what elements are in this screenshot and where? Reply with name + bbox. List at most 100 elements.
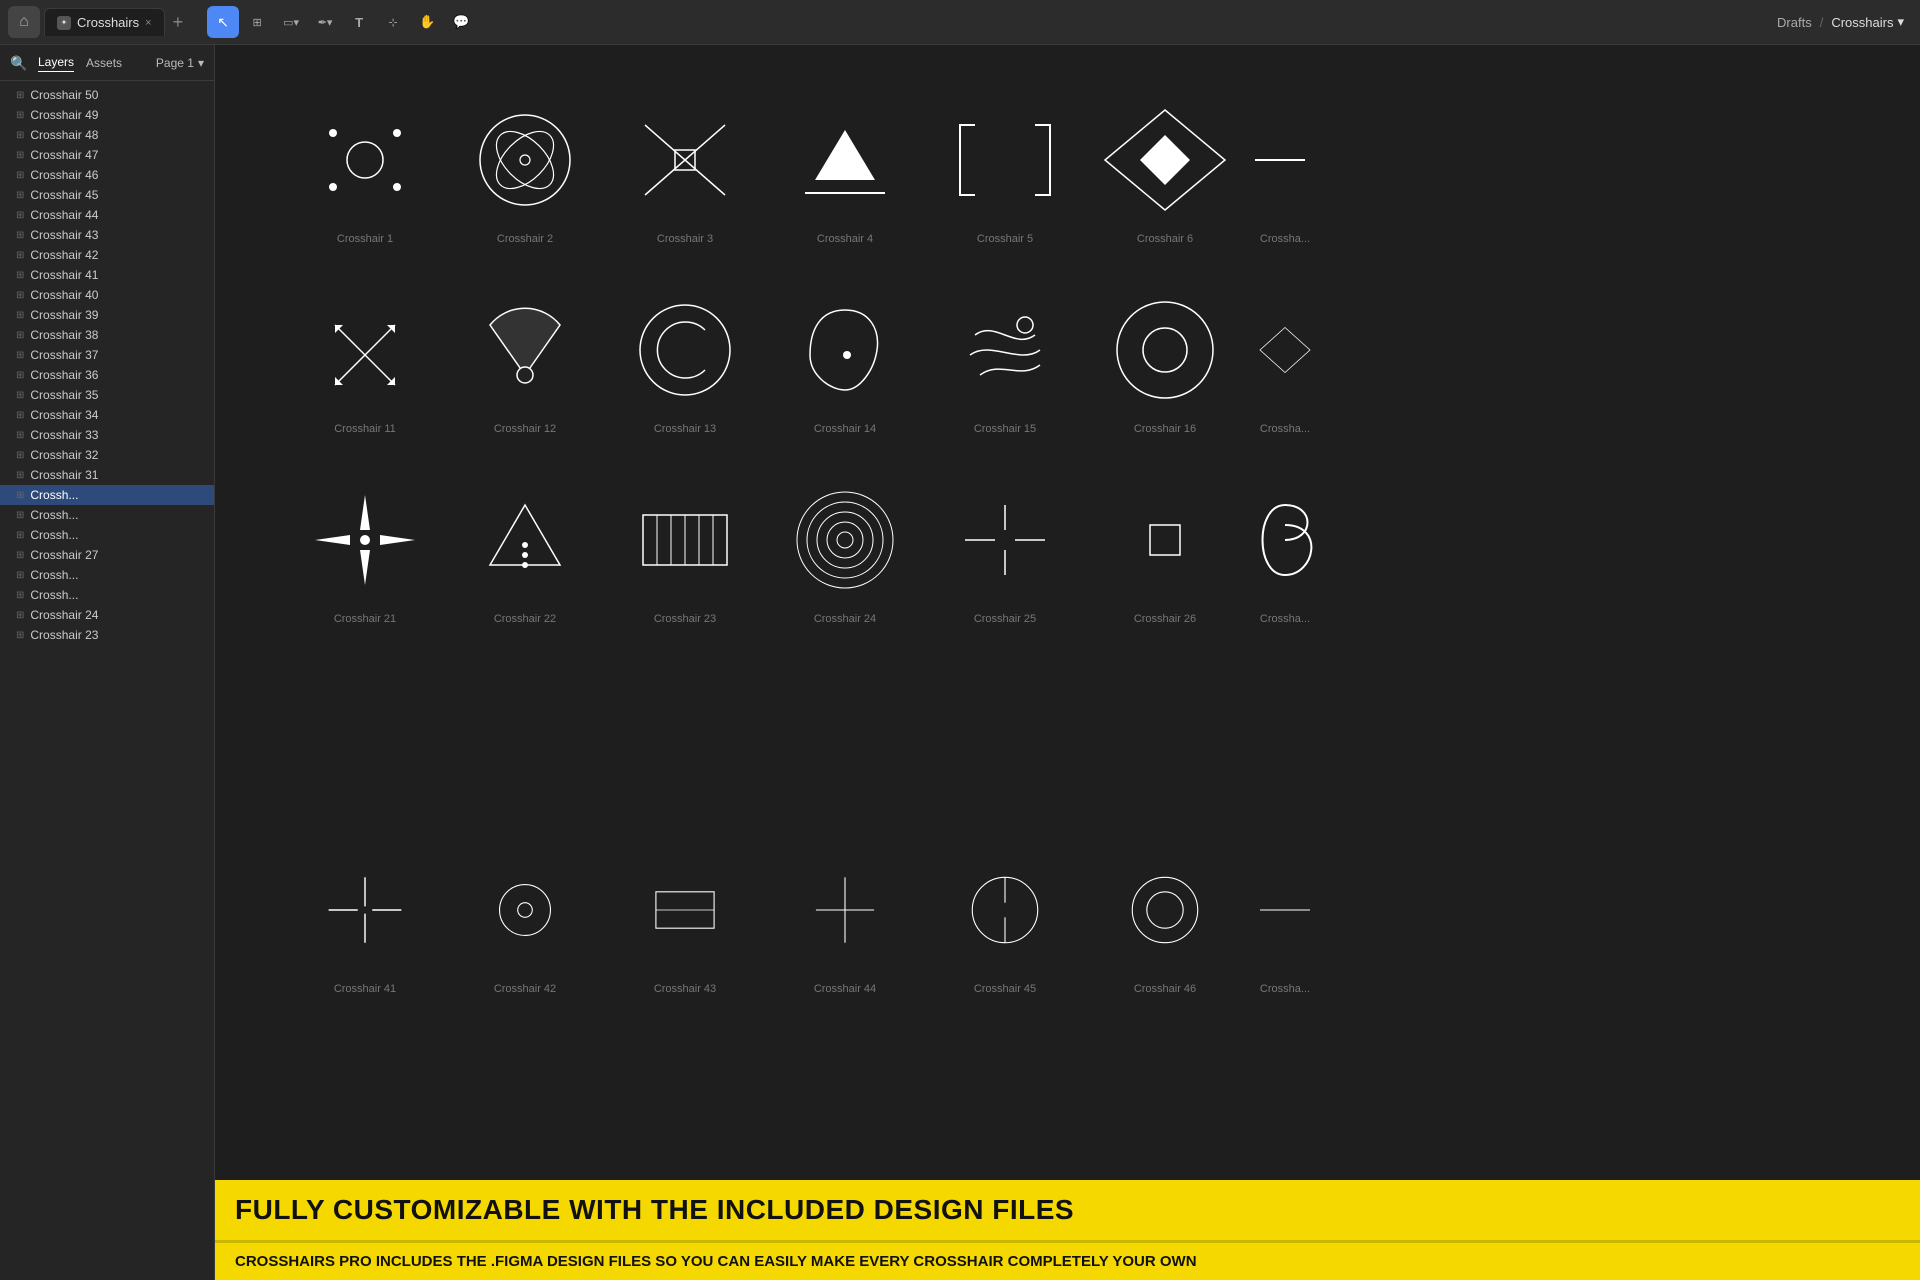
layer-grid-icon: ⊞: [16, 310, 24, 321]
layer-label: Crosshair 48: [30, 128, 98, 142]
list-item[interactable]: ⊞ Crosshair 24: [0, 605, 214, 625]
list-item[interactable]: ⊞ Crosshair 38: [0, 325, 214, 345]
crosshair-cell-17[interactable]: Crossha...: [1255, 285, 1315, 435]
list-item[interactable]: ⊞ Crosshair 49: [0, 105, 214, 125]
crosshair-cell-24[interactable]: Crosshair 24: [775, 475, 915, 625]
crosshair-cell-41[interactable]: Crosshair 41: [295, 845, 435, 995]
list-item[interactable]: ⊞ Crosshair 23: [0, 625, 214, 645]
layer-grid-icon: ⊞: [16, 590, 24, 601]
list-item[interactable]: ⊞ Crosshair 41: [0, 265, 214, 285]
crosshair-cell-25[interactable]: Crosshair 25: [935, 475, 1075, 625]
crosshair-icon-44: [775, 845, 915, 975]
crosshair-cell-6[interactable]: Crosshair 6: [1095, 95, 1235, 245]
list-item[interactable]: ⊞ Crosshair 42: [0, 245, 214, 265]
crosshair-row-4: Crosshair 41 Crosshair 42: [295, 845, 1315, 995]
crosshair-cell-27[interactable]: Crossha...: [1255, 475, 1315, 625]
crosshair-icon-24: [775, 475, 915, 605]
list-item[interactable]: ⊞ Crosshair 32: [0, 445, 214, 465]
list-item[interactable]: ⊞ Crosshair 35: [0, 385, 214, 405]
crosshair-cell-3[interactable]: Crosshair 3: [615, 95, 755, 245]
tab-close-button[interactable]: ×: [145, 17, 151, 29]
crosshair-cell-44[interactable]: Crosshair 44: [775, 845, 915, 995]
list-item[interactable]: ⊞ Crossh...: [0, 525, 214, 545]
crosshair-icon-21: [295, 475, 435, 605]
list-item[interactable]: ⊞ Crosshair 45: [0, 185, 214, 205]
canvas[interactable]: Crosshair 1 Crosshair 2: [215, 45, 1920, 1280]
crosshair-icon-43: [615, 845, 755, 975]
layer-label: Crosshair 44: [30, 208, 98, 222]
list-item[interactable]: ⊞ Crosshair 36: [0, 365, 214, 385]
crosshair-cell-42[interactable]: Crosshair 42: [455, 845, 595, 995]
sidebar-tab-assets[interactable]: Assets: [86, 54, 122, 72]
list-item[interactable]: ⊞ Crossh...: [0, 485, 214, 505]
crosshair-cell-14[interactable]: Crosshair 14: [775, 285, 915, 435]
layer-label: Crosshair 45: [30, 188, 98, 202]
crosshair-cell-21[interactable]: Crosshair 21: [295, 475, 435, 625]
crosshair-label-26: Crosshair 26: [1134, 613, 1196, 625]
crosshair-cell-15[interactable]: Crosshair 15: [935, 285, 1075, 435]
crosshair-label-27: Crossha...: [1260, 613, 1310, 625]
crosshair-label-16: Crosshair 16: [1134, 423, 1196, 435]
layer-label: Crossh...: [30, 508, 78, 522]
sidebar-search-icon[interactable]: 🔍: [10, 55, 26, 71]
crosshair-cell-43[interactable]: Crosshair 43: [615, 845, 755, 995]
breadcrumb-parent[interactable]: Drafts: [1777, 15, 1812, 30]
list-item[interactable]: ⊞ Crossh...: [0, 585, 214, 605]
list-item[interactable]: ⊞ Crosshair 37: [0, 345, 214, 365]
layer-grid-icon: ⊞: [16, 510, 24, 521]
layer-label: Crosshair 43: [30, 228, 98, 242]
shape-tool[interactable]: ▭▾: [275, 6, 307, 38]
sidebar-tab-layers[interactable]: Layers: [38, 53, 74, 72]
list-item[interactable]: ⊞ Crosshair 50: [0, 85, 214, 105]
layer-grid-icon: ⊞: [16, 610, 24, 621]
crosshair-label-1: Crosshair 1: [337, 233, 393, 245]
list-item[interactable]: ⊞ Crosshair 46: [0, 165, 214, 185]
list-item[interactable]: ⊞ Crosshair 40: [0, 285, 214, 305]
list-item[interactable]: ⊞ Crosshair 43: [0, 225, 214, 245]
list-item[interactable]: ⊞ Crosshair 33: [0, 425, 214, 445]
crosshair-cell-46[interactable]: Crosshair 46: [1095, 845, 1235, 995]
pen-tool[interactable]: ✒▾: [309, 6, 341, 38]
list-item[interactable]: ⊞ Crosshair 39: [0, 305, 214, 325]
new-tab-button[interactable]: +: [173, 12, 184, 33]
list-item[interactable]: ⊞ Crosshair 44: [0, 205, 214, 225]
list-item[interactable]: ⊞ Crossh...: [0, 565, 214, 585]
crosshair-cell-7[interactable]: Crossha...: [1255, 95, 1315, 245]
list-item[interactable]: ⊞ Crosshair 27: [0, 545, 214, 565]
list-item[interactable]: ⊞ Crosshair 48: [0, 125, 214, 145]
breadcrumb-current[interactable]: Crosshairs ▾: [1831, 14, 1904, 30]
crosshair-cell-23[interactable]: Crosshair 23: [615, 475, 755, 625]
active-tab[interactable]: ✦ Crosshairs ×: [44, 8, 165, 36]
list-item[interactable]: ⊞ Crosshair 47: [0, 145, 214, 165]
crosshair-cell-5[interactable]: Crosshair 5: [935, 95, 1075, 245]
layer-label: Crosshair 40: [30, 288, 98, 302]
layer-grid-icon: ⊞: [16, 130, 24, 141]
crosshair-cell-26[interactable]: Crosshair 26: [1095, 475, 1235, 625]
crosshair-cell-2[interactable]: Crosshair 2: [455, 95, 595, 245]
crosshair-cell-47[interactable]: Crossha...: [1255, 845, 1315, 995]
crosshair-cell-45[interactable]: Crosshair 45: [935, 845, 1075, 995]
crosshair-cell-11[interactable]: Crosshair 11: [295, 285, 435, 435]
crosshair-cell-4[interactable]: Crosshair 4: [775, 95, 915, 245]
layer-grid-icon: ⊞: [16, 550, 24, 561]
crosshair-cell-12[interactable]: Crosshair 12: [455, 285, 595, 435]
crosshair-icon-1: [295, 95, 435, 225]
crosshair-icon-7: [1255, 95, 1315, 225]
layer-label: Crosshair 27: [30, 548, 98, 562]
text-tool[interactable]: T: [343, 6, 375, 38]
frame-tool[interactable]: ⊞: [241, 6, 273, 38]
comment-tool[interactable]: 💬: [445, 6, 477, 38]
select-tool[interactable]: ↖: [207, 6, 239, 38]
crosshair-cell-22[interactable]: Crosshair 22: [455, 475, 595, 625]
list-item[interactable]: ⊞ Crosshair 34: [0, 405, 214, 425]
crosshair-cell-16[interactable]: Crosshair 16: [1095, 285, 1235, 435]
hand-tool[interactable]: ✋: [411, 6, 443, 38]
crosshair-cell-13[interactable]: Crosshair 13: [615, 285, 755, 435]
components-tool[interactable]: ⊹: [377, 6, 409, 38]
sidebar-page-selector[interactable]: Page 1 ▾: [156, 56, 204, 70]
home-icon[interactable]: ⌂: [8, 6, 40, 38]
crosshair-cell-1[interactable]: Crosshair 1: [295, 95, 435, 245]
list-item[interactable]: ⊞ Crossh...: [0, 505, 214, 525]
layer-grid-icon: ⊞: [16, 350, 24, 361]
list-item[interactable]: ⊞ Crosshair 31: [0, 465, 214, 485]
